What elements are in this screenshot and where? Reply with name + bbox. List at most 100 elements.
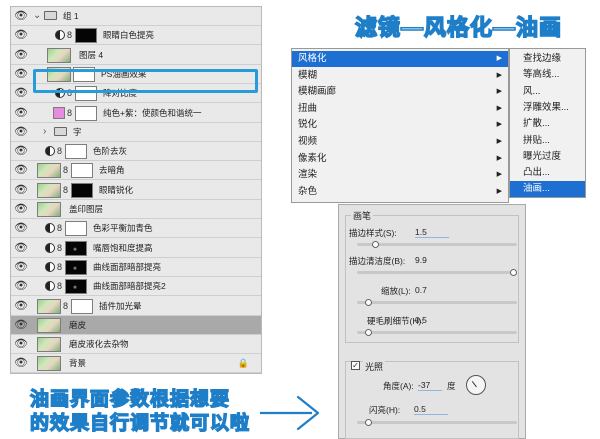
eye-icon[interactable]: 👁 bbox=[14, 242, 28, 254]
layer-thumbnail bbox=[37, 356, 61, 372]
eye-icon[interactable]: 👁 bbox=[14, 300, 28, 312]
eye-icon[interactable]: 👁 bbox=[14, 319, 28, 331]
param-slider[interactable] bbox=[357, 243, 517, 246]
layer-row[interactable]: 👁 8 眼睛白色提亮 bbox=[11, 26, 261, 46]
submenu-item[interactable]: 浮雕效果... bbox=[510, 100, 585, 116]
eye-icon[interactable]: 👁 bbox=[14, 68, 28, 80]
eye-icon[interactable]: 👁 bbox=[14, 164, 28, 176]
menu-item[interactable]: 杂色 ▶ bbox=[292, 184, 508, 200]
param-input[interactable]: 1.5 bbox=[415, 227, 449, 238]
menu-item[interactable]: 像素化 ▶ bbox=[292, 151, 508, 167]
submenu-arrow-icon: ▶ bbox=[496, 55, 502, 62]
submenu-item[interactable]: 凸出... bbox=[510, 165, 585, 181]
link-icon[interactable]: 8 bbox=[63, 164, 69, 176]
param-input[interactable]: 9.9 bbox=[415, 255, 427, 265]
lighting-group-title: 光照 bbox=[363, 360, 386, 373]
layer-name: 磨皮液化去杂物 bbox=[69, 339, 129, 350]
menu-item-label: 像素化 bbox=[298, 152, 327, 164]
eye-icon[interactable]: 👁 bbox=[14, 126, 28, 138]
layer-row[interactable]: 👁 8 色阶去灰 bbox=[11, 142, 261, 162]
param-slider-thumb[interactable] bbox=[364, 329, 372, 336]
shine-slider[interactable] bbox=[357, 421, 517, 424]
layer-row[interactable]: 👁 8 色彩平衡加青色 bbox=[11, 219, 261, 239]
layer-row[interactable]: 👁 › 字 bbox=[11, 122, 261, 142]
eye-icon[interactable]: 👁 bbox=[14, 338, 28, 350]
menu-item[interactable]: 扭曲 ▶ bbox=[292, 101, 508, 117]
shine-input[interactable]: 0.5 bbox=[414, 404, 448, 415]
menu-item-label: 视频 bbox=[298, 136, 318, 147]
layer-row[interactable]: 👁 8 眼睛锐化 bbox=[11, 180, 261, 200]
submenu-item[interactable]: 风... bbox=[510, 84, 585, 100]
angle-input[interactable]: -37 bbox=[418, 380, 442, 391]
link-icon[interactable]: 8 bbox=[57, 280, 63, 292]
layer-row[interactable]: 👁 磨皮 bbox=[11, 315, 261, 335]
layer-row[interactable]: 👁 8 嘴唇饱和度提高 bbox=[11, 238, 261, 258]
chevron-icon[interactable]: › bbox=[43, 125, 51, 139]
eye-icon[interactable]: 👁 bbox=[14, 10, 28, 22]
link-icon[interactable]: 8 bbox=[57, 242, 63, 254]
submenu-item[interactable]: 查找边缘 bbox=[510, 51, 585, 67]
layer-thumbnail bbox=[37, 298, 61, 314]
eye-icon[interactable]: 👁 bbox=[14, 184, 28, 196]
menu-item[interactable]: 渲染 ▶ bbox=[292, 167, 508, 183]
caption-line-1: 油画界面参数根据想要 bbox=[29, 388, 231, 410]
link-icon[interactable]: 8 bbox=[63, 300, 69, 312]
adjustment-icon bbox=[45, 223, 55, 234]
menu-item[interactable]: 模糊画廊 ▶ bbox=[292, 84, 508, 100]
param-input[interactable]: 0.5 bbox=[415, 315, 427, 325]
layer-row[interactable]: 👁 背景 🔒 bbox=[11, 354, 261, 374]
menu-item[interactable]: 模糊 ▶ bbox=[292, 68, 508, 84]
eye-icon[interactable]: 👁 bbox=[14, 280, 28, 292]
lighting-checkbox[interactable]: ✓ bbox=[351, 361, 360, 370]
submenu-item[interactable]: 油画... bbox=[510, 181, 585, 198]
layer-row[interactable]: 👁 ⌄ 组 1 bbox=[11, 7, 261, 26]
link-icon[interactable]: 8 bbox=[57, 261, 63, 273]
param-slider[interactable] bbox=[357, 301, 517, 304]
menu-item-label: 扭曲 bbox=[298, 102, 318, 114]
menu-item[interactable]: 锐化 ▶ bbox=[292, 117, 508, 133]
shine-label: 闪亮(H): bbox=[369, 405, 401, 415]
layer-row[interactable]: 👁 8 曲线面部暗部提亮 bbox=[11, 257, 261, 277]
layer-row[interactable]: 👁 8 纯色+紫：使颜色和谐统一 bbox=[11, 103, 261, 123]
param-slider-thumb[interactable] bbox=[364, 299, 372, 306]
param-input[interactable]: 0.7 bbox=[415, 285, 427, 295]
submenu-item[interactable]: 曝光过度 bbox=[510, 149, 585, 165]
param-slider[interactable] bbox=[357, 331, 517, 334]
link-icon[interactable]: 8 bbox=[57, 222, 63, 234]
eye-icon[interactable]: 👁 bbox=[14, 222, 28, 234]
menu-item-label: 模糊画廊 bbox=[298, 86, 337, 98]
caption-line-2: 的效果自行调节就可以啦 bbox=[29, 412, 251, 434]
link-icon[interactable]: 8 bbox=[67, 107, 73, 119]
menu-item[interactable]: 视频 ▶ bbox=[292, 134, 508, 150]
eye-icon[interactable]: 👁 bbox=[14, 203, 28, 215]
menu-item[interactable]: 风格化 ▶ bbox=[292, 51, 508, 67]
eye-icon[interactable]: 👁 bbox=[14, 261, 28, 273]
eye-icon[interactable]: 👁 bbox=[14, 87, 28, 99]
layer-row[interactable]: 👁 磨皮液化去杂物 bbox=[11, 335, 261, 355]
submenu-item[interactable]: 等高线... bbox=[510, 67, 585, 83]
submenu-item[interactable]: 扩散... bbox=[510, 116, 585, 132]
layer-name: 组 1 bbox=[63, 11, 79, 21]
layer-row[interactable]: 👁 图层 4 bbox=[11, 45, 261, 65]
layer-row[interactable]: 👁 8 插件加光晕 bbox=[11, 296, 261, 316]
param-slider[interactable] bbox=[357, 271, 517, 274]
mask-thumbnail bbox=[75, 105, 97, 121]
shine-slider-thumb[interactable] bbox=[364, 419, 372, 426]
link-icon[interactable]: 8 bbox=[67, 29, 73, 41]
menu-item-label: 渲染 bbox=[298, 169, 318, 181]
submenu-item[interactable]: 拼贴... bbox=[510, 133, 585, 149]
param-slider-thumb[interactable] bbox=[510, 269, 517, 276]
angle-dial[interactable] bbox=[466, 375, 486, 395]
layer-row[interactable]: 👁 8 去暗角 bbox=[11, 161, 261, 181]
link-icon[interactable]: 8 bbox=[57, 145, 63, 157]
eye-icon[interactable]: 👁 bbox=[14, 357, 28, 369]
chevron-icon[interactable]: ⌄ bbox=[33, 9, 41, 23]
eye-icon[interactable]: 👁 bbox=[14, 107, 28, 119]
link-icon[interactable]: 8 bbox=[63, 184, 69, 196]
eye-icon[interactable]: 👁 bbox=[14, 145, 28, 157]
layer-row[interactable]: 👁 8 曲线面部暗部提亮2 bbox=[11, 277, 261, 297]
eye-icon[interactable]: 👁 bbox=[14, 49, 28, 61]
layer-row[interactable]: 👁 盖印图层 bbox=[11, 200, 261, 219]
arrow-icon bbox=[260, 394, 321, 432]
eye-icon[interactable]: 👁 bbox=[14, 29, 28, 41]
